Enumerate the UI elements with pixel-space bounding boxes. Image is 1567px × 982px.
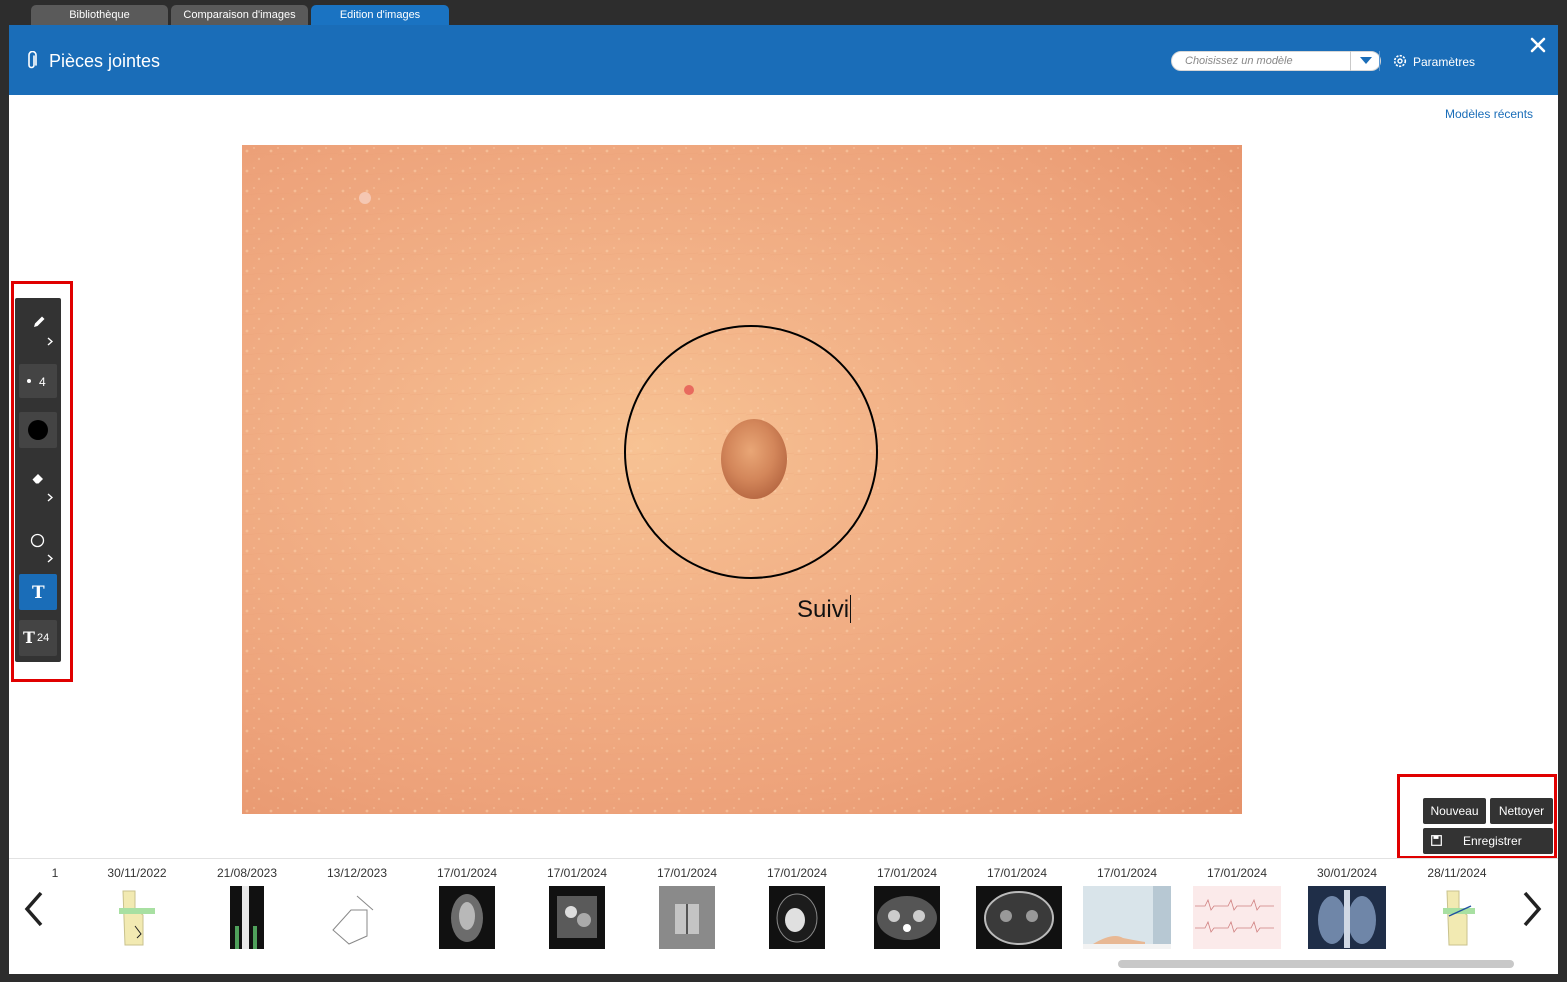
text-size-icon: T	[23, 628, 35, 647]
text-tool[interactable]: T	[19, 574, 57, 610]
color-picker-button[interactable]	[19, 412, 57, 448]
thumbnail-image	[109, 886, 165, 949]
text-tool-icon: T	[32, 583, 45, 603]
paperclip-icon	[28, 51, 37, 69]
window-header: Pièces jointes Choisissez un modèle Para…	[9, 25, 1558, 95]
chevron-right-icon	[47, 493, 53, 502]
new-button[interactable]: Nouveau	[1423, 798, 1486, 824]
thumbnail-date: 17/01/2024	[436, 866, 498, 880]
recent-models-link[interactable]: Modèles récents	[1445, 107, 1533, 121]
thumbnail-scrollbar[interactable]	[1118, 960, 1514, 968]
thumbnail-image	[549, 886, 605, 949]
thumbnail-image	[1308, 886, 1386, 949]
thumbnail-item[interactable]: 17/01/2024	[972, 859, 1062, 959]
image-canvas[interactable]: Suivi	[242, 145, 1242, 814]
pen-icon	[34, 316, 45, 327]
thumbnail-image	[659, 886, 715, 949]
tab-image-editing[interactable]: Edition d'images	[311, 5, 449, 26]
thumbnail-item[interactable]: 21/08/2023	[202, 859, 292, 959]
thumbnail-item[interactable]: 17/01/2024	[1192, 859, 1282, 959]
thumbnail-date: 17/01/2024	[986, 866, 1048, 880]
thumbnail-image	[230, 886, 264, 949]
brush-size-value: 4	[39, 375, 46, 389]
thumbnail-image	[1193, 886, 1281, 949]
thumbnail-item[interactable]: 28/11/2024	[1412, 859, 1502, 959]
thumbnail-item[interactable]: 30/11/2022	[92, 859, 182, 959]
thumbnail-item[interactable]: 17/01/2024	[422, 859, 512, 959]
model-select-placeholder: Choisissez un modèle	[1185, 55, 1293, 67]
thumbnail-item[interactable]: 1	[10, 859, 100, 959]
thumbnail-item[interactable]: 17/01/2024	[752, 859, 842, 959]
eraser-icon	[32, 474, 43, 484]
chevron-right-icon	[47, 554, 53, 563]
thumbnail-item[interactable]: 17/01/2024	[532, 859, 622, 959]
thumbnail-item[interactable]: 17/01/2024	[642, 859, 732, 959]
thumbnail-item[interactable]: 17/01/2024	[862, 859, 952, 959]
pen-tool[interactable]	[19, 306, 57, 350]
skin-photo	[242, 145, 1242, 814]
thumbnail-date: 17/01/2024	[656, 866, 718, 880]
close-icon[interactable]	[1529, 36, 1547, 54]
annotation-text[interactable]: Suivi	[797, 595, 851, 624]
thumbnail-date: 17/01/2024	[876, 866, 938, 880]
chevron-right-icon	[47, 337, 53, 346]
save-label: Enregistrer	[1463, 834, 1522, 848]
thumbnail-date: 17/01/2024	[766, 866, 828, 880]
attachments-window: Pièces jointes Choisissez un modèle Para…	[9, 25, 1558, 974]
model-select[interactable]: Choisissez un modèle	[1171, 51, 1381, 71]
thumbnail-date: 21/08/2023	[216, 866, 278, 880]
save-button[interactable]: Enregistrer	[1423, 828, 1553, 854]
tab-library[interactable]: Bibliothèque	[31, 5, 168, 26]
save-icon	[1431, 835, 1442, 846]
thumbnail-strip: 1 30/11/2022 21/08/2023 13/12/2023 17/01…	[9, 858, 1558, 974]
thumbnail-date: 30/11/2022	[107, 866, 167, 880]
thumbnail-date: 13/12/2023	[326, 866, 388, 880]
eraser-tool[interactable]	[19, 462, 57, 508]
thumbnail-image	[976, 886, 1062, 949]
drawing-toolbar: 4 T T 24	[15, 298, 61, 662]
window-title: Pièces jointes	[49, 51, 161, 71]
clean-button[interactable]: Nettoyer	[1490, 798, 1553, 824]
shape-circle-tool[interactable]	[19, 524, 57, 570]
thumbnail-item[interactable]: 13/12/2023	[312, 859, 402, 959]
thumbnail-image	[874, 886, 940, 949]
thumbnail-image	[1083, 886, 1171, 949]
header-separator	[1379, 51, 1380, 71]
small-dot-icon	[27, 379, 31, 383]
color-swatch	[28, 420, 48, 440]
thumbnail-date: 28/11/2024	[1427, 866, 1487, 880]
thumbnail-image	[329, 886, 385, 949]
tab-image-comparison[interactable]: Comparaison d'images	[171, 5, 308, 26]
brush-size-button[interactable]: 4	[19, 364, 57, 398]
model-select-dropdown-button[interactable]	[1350, 51, 1380, 71]
thumbnail-date: 17/01/2024	[1206, 866, 1268, 880]
thumbnail-date: 1	[51, 866, 59, 880]
chevron-down-icon	[1360, 57, 1372, 64]
thumbnail-item[interactable]: 17/01/2024	[1082, 859, 1172, 959]
thumbnail-image	[1429, 886, 1485, 949]
top-tab-bar: Bibliothèque Comparaison d'images Editio…	[0, 0, 1567, 26]
thumbnail-date: 17/01/2024	[1096, 866, 1158, 880]
text-size-value: 24	[37, 632, 50, 644]
circle-icon	[30, 533, 45, 548]
chevron-right-icon[interactable]	[1519, 889, 1545, 929]
text-size-button[interactable]: T 24	[19, 620, 57, 656]
thumbnail-image	[439, 886, 495, 949]
thumbnail-date: 17/01/2024	[546, 866, 608, 880]
thumbnail-image	[769, 886, 825, 949]
thumbnail-date: 30/01/2024	[1316, 866, 1378, 880]
gear-icon	[1393, 54, 1407, 68]
thumbnail-item[interactable]: 30/01/2024	[1302, 859, 1392, 959]
settings-label: Paramètres	[1413, 55, 1476, 69]
